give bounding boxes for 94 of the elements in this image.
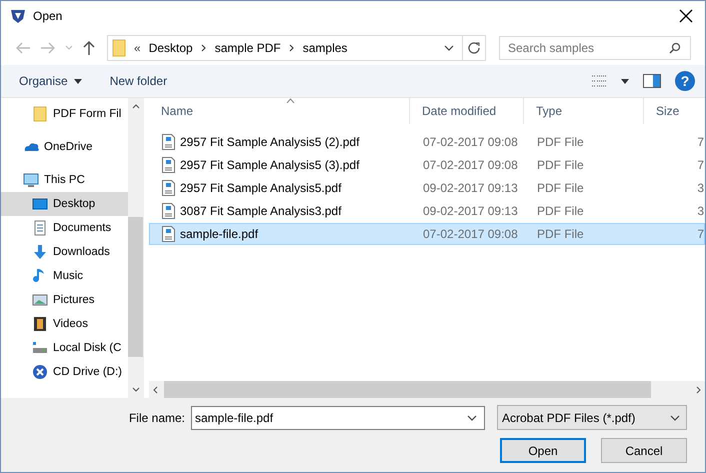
monitor-icon [23,172,39,188]
pdf-file-icon [162,134,175,150]
help-button[interactable]: ? [675,71,695,91]
desktop-icon [32,196,48,212]
type-cell-text: PDF File [536,204,585,218]
caret-icon [74,78,82,84]
file-name: 2957 Fit Sample Analysis5.pdf [180,181,342,195]
date-cell-text: 07-02-2017 09:08 [422,135,519,149]
breadcrumb[interactable]: sample PDF [214,41,281,55]
type-cell-text: PDF File [536,227,585,241]
overflow-marker[interactable]: « [134,41,141,55]
document-icon [32,220,48,236]
address-bar[interactable]: « Desktop sample PDF samples [107,35,486,61]
picture-icon [32,292,48,308]
search-icon [669,42,681,54]
vertical-scrollbar[interactable] [128,98,143,398]
chevron-up-icon [132,104,140,109]
film-icon [32,316,48,332]
chevron-right-icon [696,386,701,394]
chevron-down-icon [467,414,477,420]
file-name: sample-file.pdf [180,227,258,241]
folder-icon [32,106,48,122]
column-header[interactable]: Type [524,98,644,124]
up-arrow-icon [82,40,96,56]
scrollbar-thumb[interactable] [128,217,143,357]
back-arrow-icon [15,41,31,55]
file-name: 2957 Fit Sample Analysis5 (3).pdf [180,158,360,172]
column-header[interactable]: Name [149,98,410,124]
chevron-down-icon [670,414,680,420]
pdf-file-icon [162,226,175,242]
file-row[interactable]: 3087 Fit Sample Analysis3.pdf 09-02-2017 09:13 PDF File 3 [149,200,705,222]
date-cell-text: 07-02-2017 09:08 [422,227,519,241]
size-cell-text: 7 [696,158,704,172]
close-icon [679,9,693,23]
file-row[interactable]: 2957 Fit Sample Analysis5 (2).pdf 07-02-2017 09:08 PDF File 7 [149,131,705,153]
size-cell-text: 3 [696,181,704,195]
file-row[interactable]: sample-file.pdf 07-02-2017 09:08 PDF File 7 [149,223,705,245]
date-cell-text: 09-02-2017 09:13 [422,204,519,218]
dialog-button[interactable]: Open [500,438,586,463]
folder-icon [112,39,126,57]
type-cell-text: PDF File [536,135,585,149]
size-cell-text: 3 [696,204,704,218]
chevron-right-icon [200,44,207,52]
size-cell-text: 7 [696,227,704,241]
search-field[interactable]: Search samples [499,36,691,60]
sidebar-item[interactable]: Music [1,264,128,288]
column-header[interactable]: Size [644,98,705,124]
drive-icon [32,340,48,356]
file-name: 3087 Fit Sample Analysis3.pdf [180,204,342,218]
forward-arrow-icon [40,41,56,55]
sidebar-item[interactable]: Documents [1,216,128,240]
chevron-down-icon [444,45,454,51]
date-cell-text: 09-02-2017 09:13 [422,181,519,195]
sidebar-item[interactable]: Local Disk (C [1,336,128,360]
pdf-file-icon [162,157,175,173]
caret-icon [621,78,629,84]
file-row[interactable]: 2957 Fit Sample Analysis5.pdf 09-02-2017 09:13 PDF File 3 [149,177,705,199]
shield-logo-icon [9,8,27,24]
window-title: Open [33,9,62,23]
sidebar-item[interactable]: PDF Form Fil [1,102,128,126]
breadcrumb[interactable]: samples [302,41,348,55]
field-label: File name: [128,410,185,424]
new-folder-button[interactable]: New folder [104,70,176,92]
sidebar-item[interactable]: Pictures [1,288,128,312]
date-cell-text: 07-02-2017 09:08 [422,158,519,172]
sidebar-item[interactable]: This PC [1,168,128,192]
refresh-icon [468,42,480,54]
file-name: 2957 Fit Sample Analysis5 (2).pdf [180,135,360,149]
sidebar-item[interactable]: OneDrive [1,135,128,159]
breadcrumb[interactable]: Desktop [148,41,193,55]
type-cell-text: PDF File [536,181,585,195]
sidebar-item[interactable]: Videos [1,312,128,336]
view-list-icon [591,74,607,88]
down-arrow-icon [32,244,48,260]
pdf-file-icon [162,203,175,219]
sidebar-item[interactable]: Desktop [1,192,128,216]
chevron-left-icon [153,386,158,394]
dialog-button[interactable]: Cancel [601,438,687,463]
pdf-file-icon [162,180,175,196]
chevron-down-icon [65,45,73,51]
file-name-field[interactable]: sample-file.pdf [191,406,485,430]
size-cell-text: 7 [696,135,704,149]
organise-menu-button[interactable]: Organise [13,70,90,92]
sort-caret-icon [286,98,295,103]
sidebar-item[interactable]: CD Drive (D:) [1,360,128,384]
type-cell-text: PDF File [536,158,585,172]
chevron-right-icon [288,44,295,52]
preview-pane-icon [643,74,661,88]
sidebar-item[interactable]: Downloads [1,240,128,264]
cd-icon [32,364,48,380]
file-type-dropdown[interactable]: Acrobat PDF Files (*.pdf) [497,405,687,430]
file-row[interactable]: 2957 Fit Sample Analysis5 (3).pdf 07-02-2017 09:08 PDF File 7 [149,154,705,176]
chevron-down-icon [132,387,140,392]
column-header[interactable]: Date modified [410,98,524,124]
